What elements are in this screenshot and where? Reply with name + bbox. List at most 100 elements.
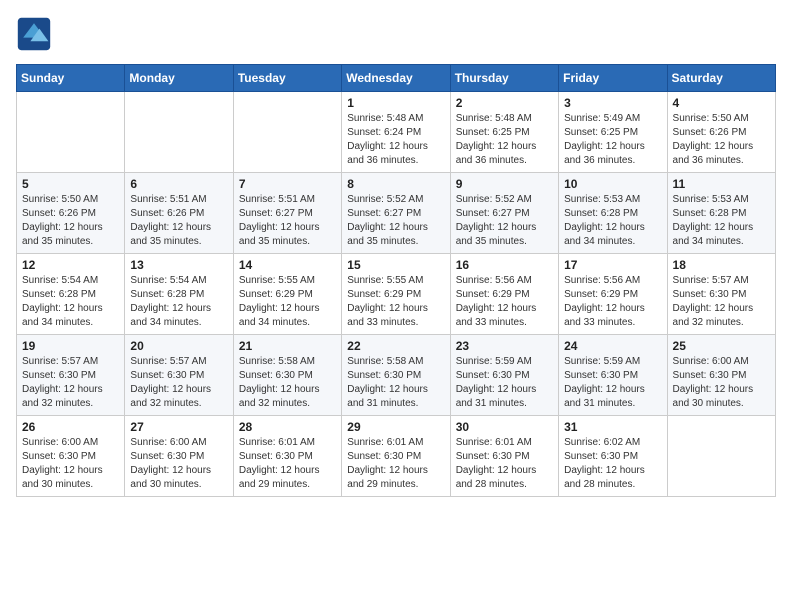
weekday-header-wednesday: Wednesday (342, 65, 450, 92)
calendar-cell: 7 Sunrise: 5:51 AM Sunset: 6:27 PM Daylig… (233, 173, 341, 254)
weekday-header-thursday: Thursday (450, 65, 558, 92)
day-number: 11 (673, 177, 770, 191)
calendar-cell: 31 Sunrise: 6:02 AM Sunset: 6:30 PM Dayli… (559, 416, 667, 497)
weekday-header-saturday: Saturday (667, 65, 775, 92)
day-number: 29 (347, 420, 444, 434)
day-number: 1 (347, 96, 444, 110)
week-row-4: 19 Sunrise: 5:57 AM Sunset: 6:30 PM Dayli… (17, 335, 776, 416)
logo-icon (16, 16, 52, 52)
day-info: Sunrise: 5:57 AM Sunset: 6:30 PM Dayligh… (130, 355, 227, 411)
calendar-cell (233, 92, 341, 173)
calendar-cell: 30 Sunrise: 6:01 AM Sunset: 6:30 PM Dayli… (450, 416, 558, 497)
logo (16, 16, 56, 52)
calendar-cell: 28Sunrise: 6:01 AM Sunset: 6:30 PM Dayli… (233, 416, 341, 497)
day-number: 13 (130, 258, 227, 272)
day-number: 3 (564, 96, 661, 110)
weekday-header-tuesday: Tuesday (233, 65, 341, 92)
day-number: 7 (239, 177, 336, 191)
day-info: Sunrise: 5:59 AM Sunset: 6:30 PM Dayligh… (456, 355, 553, 411)
calendar-cell: 16 Sunrise: 5:56 AM Sunset: 6:29 PM Dayli… (450, 254, 558, 335)
week-row-2: 5 Sunrise: 5:50 AM Sunset: 6:26 PM Daylig… (17, 173, 776, 254)
calendar-cell (125, 92, 233, 173)
day-info: Sunrise: 6:00 AM Sunset: 6:30 PM Dayligh… (130, 436, 227, 492)
day-number: 20 (130, 339, 227, 353)
page-header (16, 16, 776, 52)
day-number: 17 (564, 258, 661, 272)
calendar-cell: 1 Sunrise: 5:48 AM Sunset: 6:24 PM Daylig… (342, 92, 450, 173)
day-info: Sunrise: 5:57 AM Sunset: 6:30 PM Dayligh… (673, 274, 770, 330)
day-info: Sunrise: 6:00 AM Sunset: 6:30 PM Dayligh… (673, 355, 770, 411)
day-number: 31 (564, 420, 661, 434)
day-info: Sunrise: 5:51 AM Sunset: 6:27 PM Dayligh… (239, 193, 336, 249)
day-number: 10 (564, 177, 661, 191)
day-info: Sunrise: 6:01 AM Sunset: 6:30 PM Dayligh… (456, 436, 553, 492)
day-info: Sunrise: 5:58 AM Sunset: 6:30 PM Dayligh… (239, 355, 336, 411)
day-info: Sunrise: 5:56 AM Sunset: 6:29 PM Dayligh… (564, 274, 661, 330)
day-number: 15 (347, 258, 444, 272)
weekday-header-sunday: Sunday (17, 65, 125, 92)
calendar-cell (17, 92, 125, 173)
day-info: Sunrise: 5:55 AM Sunset: 6:29 PM Dayligh… (347, 274, 444, 330)
day-number: 28 (239, 420, 336, 434)
day-number: 22 (347, 339, 444, 353)
day-info: Sunrise: 5:54 AM Sunset: 6:28 PM Dayligh… (22, 274, 119, 330)
calendar-cell: 20 Sunrise: 5:57 AM Sunset: 6:30 PM Dayli… (125, 335, 233, 416)
day-info: Sunrise: 6:00 AM Sunset: 6:30 PM Dayligh… (22, 436, 119, 492)
day-number: 16 (456, 258, 553, 272)
week-row-1: 1 Sunrise: 5:48 AM Sunset: 6:24 PM Daylig… (17, 92, 776, 173)
calendar-cell: 25Sunrise: 6:00 AM Sunset: 6:30 PM Dayli… (667, 335, 775, 416)
day-number: 12 (22, 258, 119, 272)
day-info: Sunrise: 5:48 AM Sunset: 6:25 PM Dayligh… (456, 112, 553, 168)
calendar-cell: 14 Sunrise: 5:55 AM Sunset: 6:29 PM Dayli… (233, 254, 341, 335)
day-info: Sunrise: 5:52 AM Sunset: 6:27 PM Dayligh… (347, 193, 444, 249)
calendar-cell: 11 Sunrise: 5:53 AM Sunset: 6:28 PM Dayli… (667, 173, 775, 254)
calendar-cell: 13Sunrise: 5:54 AM Sunset: 6:28 PM Dayli… (125, 254, 233, 335)
day-info: Sunrise: 5:48 AM Sunset: 6:24 PM Dayligh… (347, 112, 444, 168)
day-number: 2 (456, 96, 553, 110)
day-info: Sunrise: 5:55 AM Sunset: 6:29 PM Dayligh… (239, 274, 336, 330)
day-info: Sunrise: 5:57 AM Sunset: 6:30 PM Dayligh… (22, 355, 119, 411)
calendar: SundayMondayTuesdayWednesdayThursdayFrid… (16, 64, 776, 497)
day-number: 6 (130, 177, 227, 191)
calendar-cell: 19 Sunrise: 5:57 AM Sunset: 6:30 PM Dayli… (17, 335, 125, 416)
calendar-cell: 29 Sunrise: 6:01 AM Sunset: 6:30 PM Dayli… (342, 416, 450, 497)
calendar-cell: 15 Sunrise: 5:55 AM Sunset: 6:29 PM Dayli… (342, 254, 450, 335)
day-info: Sunrise: 5:50 AM Sunset: 6:26 PM Dayligh… (22, 193, 119, 249)
day-number: 26 (22, 420, 119, 434)
calendar-cell: 17 Sunrise: 5:56 AM Sunset: 6:29 PM Dayli… (559, 254, 667, 335)
day-info: Sunrise: 5:56 AM Sunset: 6:29 PM Dayligh… (456, 274, 553, 330)
calendar-cell: 27Sunrise: 6:00 AM Sunset: 6:30 PM Dayli… (125, 416, 233, 497)
day-info: Sunrise: 5:52 AM Sunset: 6:27 PM Dayligh… (456, 193, 553, 249)
day-info: Sunrise: 5:50 AM Sunset: 6:26 PM Dayligh… (673, 112, 770, 168)
day-info: Sunrise: 5:53 AM Sunset: 6:28 PM Dayligh… (673, 193, 770, 249)
calendar-cell: 3Sunrise: 5:49 AM Sunset: 6:25 PM Daylig… (559, 92, 667, 173)
calendar-cell: 9 Sunrise: 5:52 AM Sunset: 6:27 PM Daylig… (450, 173, 558, 254)
day-info: Sunrise: 6:02 AM Sunset: 6:30 PM Dayligh… (564, 436, 661, 492)
calendar-cell: 24Sunrise: 5:59 AM Sunset: 6:30 PM Dayli… (559, 335, 667, 416)
day-number: 9 (456, 177, 553, 191)
calendar-cell: 2 Sunrise: 5:48 AM Sunset: 6:25 PM Daylig… (450, 92, 558, 173)
day-number: 5 (22, 177, 119, 191)
calendar-cell: 6Sunrise: 5:51 AM Sunset: 6:26 PM Daylig… (125, 173, 233, 254)
week-row-5: 26 Sunrise: 6:00 AM Sunset: 6:30 PM Dayli… (17, 416, 776, 497)
calendar-cell: 18 Sunrise: 5:57 AM Sunset: 6:30 PM Dayli… (667, 254, 775, 335)
calendar-cell: 26 Sunrise: 6:00 AM Sunset: 6:30 PM Dayli… (17, 416, 125, 497)
day-number: 14 (239, 258, 336, 272)
calendar-cell (667, 416, 775, 497)
calendar-cell: 12 Sunrise: 5:54 AM Sunset: 6:28 PM Dayli… (17, 254, 125, 335)
day-number: 30 (456, 420, 553, 434)
calendar-cell: 8 Sunrise: 5:52 AM Sunset: 6:27 PM Daylig… (342, 173, 450, 254)
day-info: Sunrise: 6:01 AM Sunset: 6:30 PM Dayligh… (347, 436, 444, 492)
day-number: 24 (564, 339, 661, 353)
calendar-cell: 5 Sunrise: 5:50 AM Sunset: 6:26 PM Daylig… (17, 173, 125, 254)
calendar-cell: 22 Sunrise: 5:58 AM Sunset: 6:30 PM Dayli… (342, 335, 450, 416)
day-info: Sunrise: 5:58 AM Sunset: 6:30 PM Dayligh… (347, 355, 444, 411)
day-number: 18 (673, 258, 770, 272)
weekday-header-row: SundayMondayTuesdayWednesdayThursdayFrid… (17, 65, 776, 92)
calendar-cell: 4Sunrise: 5:50 AM Sunset: 6:26 PM Daylig… (667, 92, 775, 173)
calendar-cell: 10Sunrise: 5:53 AM Sunset: 6:28 PM Dayli… (559, 173, 667, 254)
week-row-3: 12 Sunrise: 5:54 AM Sunset: 6:28 PM Dayli… (17, 254, 776, 335)
day-number: 8 (347, 177, 444, 191)
day-number: 21 (239, 339, 336, 353)
day-number: 19 (22, 339, 119, 353)
